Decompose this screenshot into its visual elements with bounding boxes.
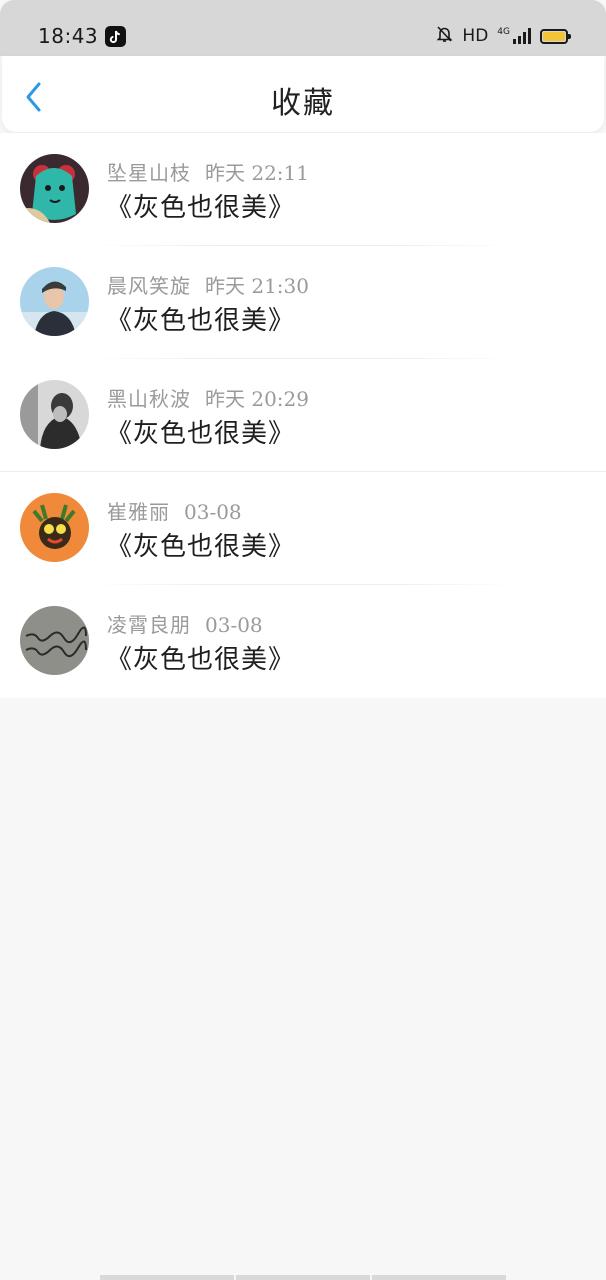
item-time: 昨天 22:11	[205, 161, 309, 185]
bell-off-icon	[436, 25, 453, 47]
item-time: 昨天 21:30	[205, 274, 309, 298]
author-name: 凌霄良朋	[107, 613, 191, 637]
item-time: 昨天 20:29	[205, 387, 309, 411]
item-title: 《灰色也很美》	[106, 306, 296, 336]
avatar[interactable]	[20, 380, 89, 449]
tiktok-icon	[105, 26, 126, 47]
item-meta: 晨风笑旋 昨天 21:30	[107, 270, 309, 299]
item-title: 《灰色也很美》	[106, 532, 296, 562]
author-name: 坠星山枝	[107, 161, 191, 185]
list-item[interactable]: 黑山秋波 昨天 20:29 《灰色也很美》	[0, 359, 606, 472]
page-title: 收藏	[271, 86, 335, 121]
status-icons: HD 4G	[436, 24, 571, 48]
item-time: 03-08	[205, 613, 263, 637]
list-item[interactable]: 崔雅丽 03-08 《灰色也很美》	[0, 472, 606, 585]
app-header: 收藏	[2, 56, 604, 132]
avatar[interactable]	[20, 267, 89, 336]
network-type: 4G	[497, 27, 510, 37]
avatar[interactable]	[20, 493, 89, 562]
avatar[interactable]	[20, 154, 89, 223]
item-meta: 凌霄良朋 03-08	[107, 609, 263, 638]
item-meta: 崔雅丽 03-08	[107, 496, 242, 525]
favorites-list: 坠星山枝 昨天 22:11 《灰色也很美》 晨风笑旋 昨天 21:30 《灰色也很美…	[0, 133, 606, 698]
list-item[interactable]: 凌霄良朋 03-08 《灰色也很美》	[0, 585, 606, 698]
hd-indicator: HD	[462, 26, 489, 46]
avatar[interactable]	[20, 606, 89, 675]
author-name: 崔雅丽	[107, 500, 170, 524]
author-name: 晨风笑旋	[107, 274, 191, 298]
author-name: 黑山秋波	[107, 387, 191, 411]
battery-icon	[540, 28, 571, 44]
item-meta: 坠星山枝 昨天 22:11	[107, 157, 309, 186]
home-indicator[interactable]	[100, 1275, 506, 1280]
status-time: 18:43	[38, 24, 99, 48]
list-item[interactable]: 晨风笑旋 昨天 21:30 《灰色也很美》	[0, 246, 606, 359]
item-title: 《灰色也很美》	[106, 419, 296, 449]
list-item[interactable]: 坠星山枝 昨天 22:11 《灰色也很美》	[0, 133, 606, 246]
item-meta: 黑山秋波 昨天 20:29	[107, 383, 309, 412]
status-bar: 18:43 HD 4G	[0, 0, 606, 56]
item-title: 《灰色也很美》	[106, 193, 296, 223]
signal-icon	[513, 28, 531, 44]
item-title: 《灰色也很美》	[106, 645, 296, 675]
item-time: 03-08	[184, 500, 242, 524]
